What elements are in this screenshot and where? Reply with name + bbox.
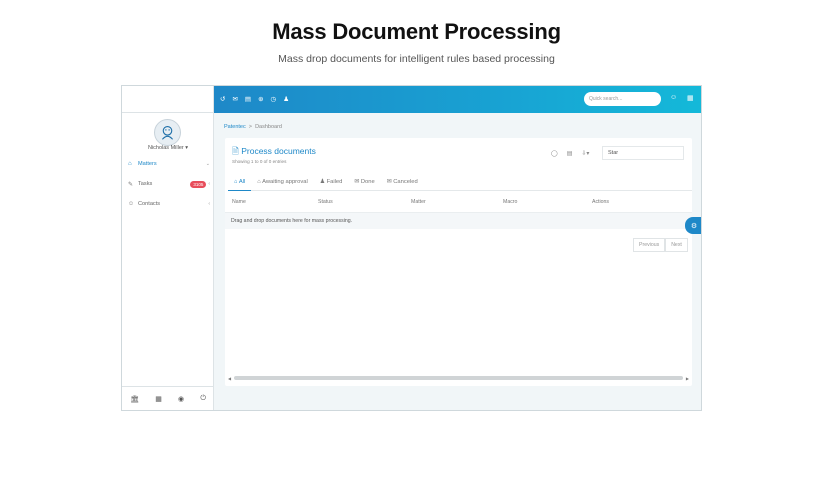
app-window: Nicholas Miller ▾ ⌂ Matters ⌄ ✎ Tasks 31… [121,85,702,411]
tab-all[interactable]: ⌂ All [228,174,252,191]
drop-zone[interactable]: Drag and drop documents here for mass pr… [225,212,692,229]
sidebar-item-label: Contacts [138,201,161,207]
horizontal-scrollbar[interactable]: ◀ ▶ [228,375,689,381]
breadcrumb-separator: > [248,124,252,130]
status-tabs: ⌂ All ⌂ Awaiting approval ♟ Failed ✉ Don… [228,174,692,191]
mail-icon: ✉ [354,179,360,185]
gear-icon: ⚙ [690,222,698,230]
next-button[interactable]: Next [665,238,688,252]
user-icon[interactable]: ♟ [283,95,289,103]
sidebar-footer: 🏛 ▦ ◉ ⏻ [122,386,214,410]
sidebar-header [122,86,213,113]
power-icon[interactable]: ⏻ [200,395,206,403]
main-content: Patentec > Dashboard 🗎 Process documents… [214,113,701,410]
card-tools: ◯ ▤ ⇩▾ [551,150,589,157]
sidebar-item-contacts[interactable]: ☺ Contacts ‹ [128,198,210,210]
user-portrait-icon [161,125,174,140]
topbar: ↺ ✉ ▤ ⊕ ◷ ♟ Quick search... ☺ ▦ [214,86,701,113]
chevron-down-icon: ⌄ [205,161,210,167]
chevron-left-icon: ‹ [208,181,210,187]
column-header[interactable]: Matter [411,199,426,205]
user-icon: ♟ [319,179,325,185]
user-name[interactable]: Nicholas Miller ▾ [122,145,214,151]
avatar[interactable] [154,119,181,146]
profile-icon[interactable]: ☺ [670,94,677,101]
topbar-icons: ↺ ✉ ▤ ⊕ ◷ ♟ [220,95,289,103]
tab-label: Awaiting approval [262,179,308,185]
bank-icon: ⌂ [257,179,261,185]
archive-icon[interactable]: ◯ [551,150,558,157]
tab-label: Done [360,179,375,185]
column-header[interactable]: Macro [503,199,517,205]
sidebar-item-matters[interactable]: ⌂ Matters ⌄ [128,158,210,170]
scroll-left-icon[interactable]: ◀ [228,376,231,381]
column-header[interactable]: Actions [592,199,609,205]
grid-icon[interactable]: ▦ [155,395,162,403]
breadcrumb-current: Dashboard [255,124,282,130]
page-title-text: Process documents [241,146,316,156]
table-header: Name Status Matter Macro Actions [225,196,692,210]
mail-icon: ✉ [386,179,392,185]
columns-icon[interactable]: ▤ [567,150,573,157]
filter-input[interactable]: Star [602,146,684,160]
column-header[interactable]: Status [318,199,333,205]
apps-grid-icon[interactable]: ▦ [687,94,694,102]
scrollbar-thumb[interactable] [234,376,683,380]
page-title: 🗎 Process documents [232,146,316,160]
calendar-icon[interactable]: ▤ [245,95,251,103]
document-icon: 🗎 [232,146,239,156]
sidebar-item-tasks[interactable]: ✎ Tasks 3105 ‹ [128,178,210,190]
tab-label: Canceled [393,179,418,185]
entries-info: Showing 1 to 0 of 0 entries [232,159,287,164]
pencil-icon: ✎ [128,181,134,188]
tab-label: Failed [326,179,343,185]
search-input[interactable]: Quick search... [584,92,661,106]
clock-icon[interactable]: ◷ [271,95,277,103]
tab-label: All [238,179,246,185]
documents-card: 🗎 Process documents Showing 1 to 0 of 0 … [225,138,692,386]
sidebar-item-label: Tasks [138,181,153,187]
plus-circle-icon[interactable]: ⊕ [258,95,263,103]
column-header[interactable]: Name [232,199,246,205]
sidebar: Nicholas Miller ▾ ⌂ Matters ⌄ ✎ Tasks 31… [122,86,214,410]
tab-done[interactable]: ✉ Done [348,174,380,191]
home-icon: ⌂ [128,161,132,167]
pagination: Previous Next [633,238,688,252]
breadcrumb-home[interactable]: Patentec [224,124,246,130]
users-icon: ☺ [128,201,135,207]
previous-button[interactable]: Previous [633,238,666,252]
breadcrumb: Patentec > Dashboard [224,124,282,130]
home-icon: ⌂ [234,179,238,185]
hero-title: Mass Document Processing [272,19,561,44]
arrow-circle-icon[interactable]: ↺ [220,95,225,103]
scroll-right-icon[interactable]: ▶ [686,376,689,381]
mail-icon[interactable]: ✉ [232,95,237,103]
download-icon[interactable]: ⇩▾ [581,150,589,157]
tab-awaiting-approval[interactable]: ⌂ Awaiting approval [251,174,313,191]
tab-canceled[interactable]: ✉ Canceled [381,174,424,191]
settings-gear-button[interactable]: ⚙ [685,217,701,234]
bank-icon[interactable]: 🏛 [130,395,139,403]
hero-subtitle: Mass drop documents for intelligent rule… [278,53,555,65]
tasks-count-badge: 3105 [190,180,207,188]
tab-failed[interactable]: ♟ Failed [314,174,349,191]
sidebar-item-label: Matters [138,161,157,167]
chevron-left-icon: ‹ [208,201,210,207]
support-icon[interactable]: ◉ [178,395,184,403]
